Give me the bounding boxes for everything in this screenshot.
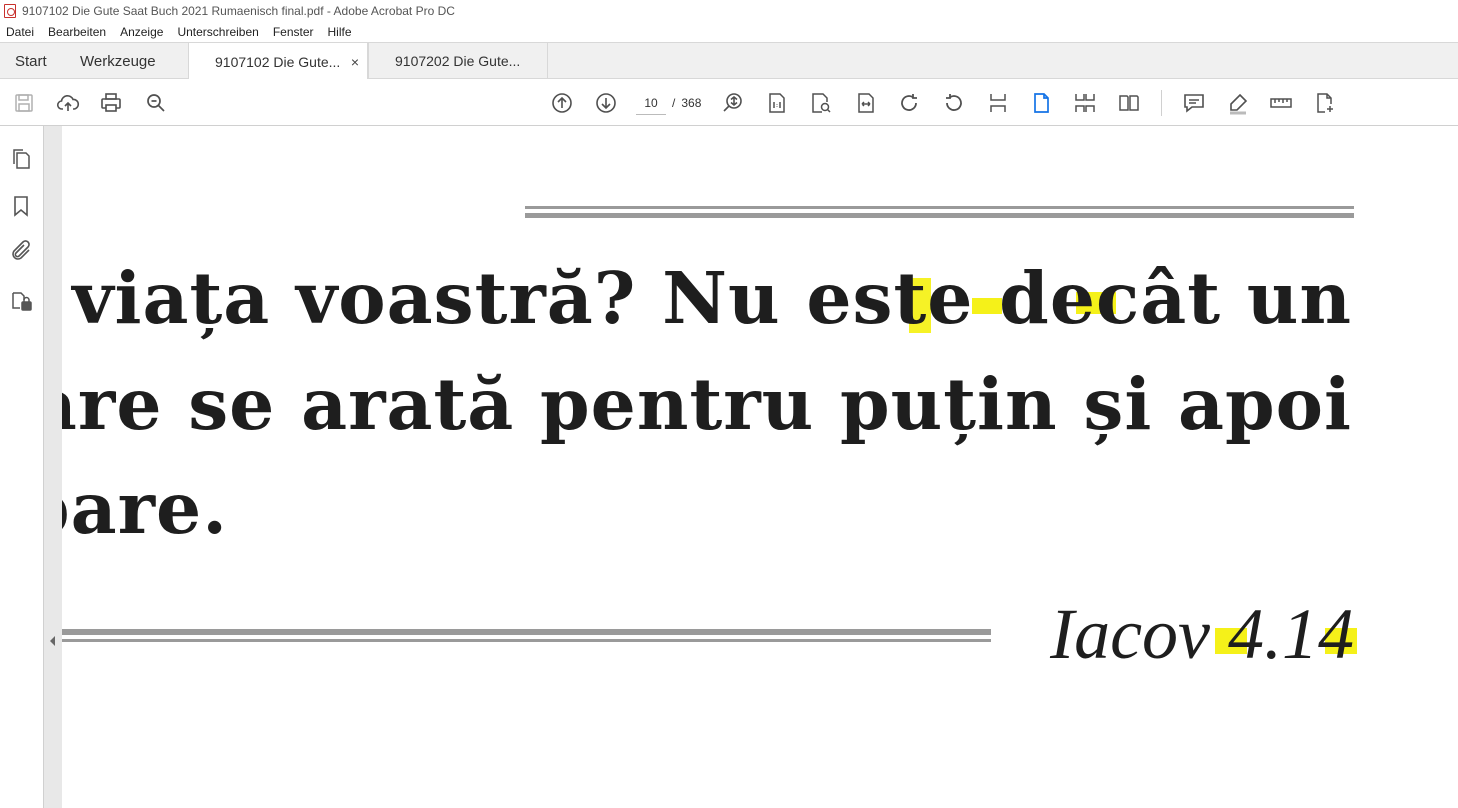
- tab-document-inactive[interactable]: 9107202 Die Gute...: [368, 43, 548, 79]
- menu-unterschreiben[interactable]: Unterschreiben: [177, 25, 258, 39]
- menu-hilfe[interactable]: Hilfe: [328, 25, 352, 39]
- page-down-icon[interactable]: [594, 91, 618, 115]
- toolbar-divider: [1161, 90, 1162, 116]
- menu-bar: Datei Bearbeiten Anzeige Unterschreiben …: [0, 22, 1458, 42]
- document-viewport: este viața voastră? Nu este decât un , c…: [62, 126, 1458, 808]
- find-zoom-icon[interactable]: [144, 91, 168, 115]
- acrobat-pdf-icon: [4, 4, 16, 18]
- two-page-scroll-icon[interactable]: [1073, 91, 1097, 115]
- window-title: 9107102 Die Gute Saat Buch 2021 Rumaenis…: [22, 4, 455, 18]
- rotate-clockwise-icon[interactable]: [897, 91, 921, 115]
- menu-fenster[interactable]: Fenster: [273, 25, 314, 39]
- tab-werkzeuge[interactable]: Werkzeuge: [80, 43, 156, 79]
- save-icon[interactable]: [12, 91, 36, 115]
- top-rule-thick: [525, 213, 1354, 218]
- tab-start[interactable]: Start: [15, 43, 47, 79]
- title-bar: 9107102 Die Gute Saat Buch 2021 Rumaenis…: [0, 0, 1458, 22]
- bottom-rule-thin: [62, 639, 991, 642]
- verse-line: este viața voastră? Nu este decât un: [62, 256, 1352, 340]
- fit-width-icon[interactable]: [854, 91, 878, 115]
- verse-reference: Iacov 4.14: [1050, 594, 1354, 674]
- collapse-arrow-icon[interactable]: [50, 636, 55, 646]
- toolbar: [0, 79, 1458, 126]
- actual-size-icon[interactable]: [765, 91, 789, 115]
- page-separator: /: [672, 96, 676, 110]
- attachments-icon[interactable]: [9, 239, 33, 263]
- single-page-icon[interactable]: [1029, 91, 1053, 115]
- page-number-input[interactable]: [636, 91, 666, 115]
- bottom-rule-thick: [62, 629, 991, 635]
- rotate-counterclockwise-icon[interactable]: [942, 91, 966, 115]
- tab-document-label: 9107202 Die Gute...: [395, 53, 521, 69]
- tab-document-label: 9107102 Die Gute...: [215, 53, 341, 70]
- export-pdf-icon[interactable]: [1313, 91, 1337, 115]
- comment-icon[interactable]: [1182, 91, 1206, 115]
- verse-line: , care se arată pentru puțin și apoi: [62, 362, 1352, 446]
- measure-icon[interactable]: [1269, 91, 1293, 115]
- highlight-icon[interactable]: [1226, 91, 1250, 115]
- tab-document-active[interactable]: 9107102 Die Gute... ×: [188, 43, 368, 80]
- menu-datei[interactable]: Datei: [6, 25, 34, 39]
- scroll-mode-icon[interactable]: [986, 91, 1010, 115]
- page-total: 368: [681, 96, 702, 110]
- tab-bar: Start Werkzeuge 9107102 Die Gute... × 91…: [0, 42, 1458, 80]
- navigation-pane: [0, 126, 44, 808]
- zoom-page-icon[interactable]: [809, 91, 833, 115]
- zoom-tool-icon[interactable]: [721, 91, 745, 115]
- menu-anzeige[interactable]: Anzeige: [120, 25, 163, 39]
- navigation-pane-splitter[interactable]: [44, 126, 62, 808]
- page-navigation: / 368: [636, 90, 701, 116]
- top-rule-thin: [525, 206, 1354, 209]
- verse-line: pare.: [62, 466, 228, 550]
- security-icon[interactable]: [9, 288, 33, 312]
- page-thumbnails-icon[interactable]: [9, 147, 33, 171]
- two-page-icon[interactable]: [1117, 91, 1141, 115]
- upload-cloud-icon[interactable]: [56, 91, 80, 115]
- menu-bearbeiten[interactable]: Bearbeiten: [48, 25, 106, 39]
- close-tab-icon[interactable]: ×: [351, 54, 359, 70]
- print-icon[interactable]: [99, 91, 123, 115]
- bookmarks-icon[interactable]: [9, 194, 33, 218]
- page-up-icon[interactable]: [550, 91, 574, 115]
